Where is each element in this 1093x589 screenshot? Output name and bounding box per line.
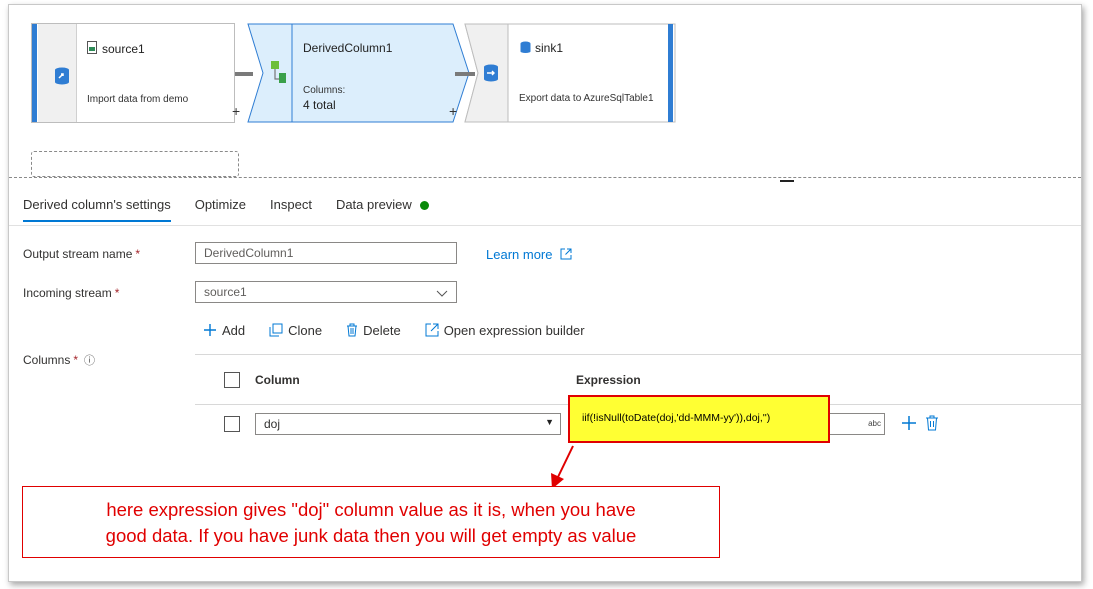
label-text: Incoming stream xyxy=(23,286,112,300)
resize-handle[interactable] xyxy=(780,180,794,182)
column-select[interactable]: doj ▼ xyxy=(255,413,561,435)
screenshot-frame: source1 Import data from demo + DerivedC… xyxy=(8,4,1082,582)
select-all-checkbox[interactable] xyxy=(224,372,240,388)
derived-column-icon xyxy=(271,61,286,83)
node-columns-label: Columns: xyxy=(303,85,346,96)
tab-label: Inspect xyxy=(270,197,312,212)
tab-divider xyxy=(9,225,1081,226)
callout-line: here expression gives "doj" column value… xyxy=(106,499,636,520)
callout-line: good data. If you have junk data then yo… xyxy=(105,525,637,546)
node-subtitle: Export data to AzureSqlTable1 xyxy=(519,93,654,104)
node-title: sink1 xyxy=(535,41,564,55)
node-title: DerivedColumn1 xyxy=(303,41,393,55)
add-transform-plus-icon[interactable]: + xyxy=(232,103,240,119)
columns-label: Columns * ⓘ xyxy=(23,352,95,368)
tab-label: Derived column's settings xyxy=(23,197,171,212)
incoming-stream-label: Incoming stream * xyxy=(23,286,119,300)
delete-button[interactable]: Delete xyxy=(346,323,401,338)
button-label: Open expression builder xyxy=(443,323,585,338)
tab-derived-column-settings[interactable]: Derived column's settings xyxy=(23,195,183,222)
node-title: source1 xyxy=(102,42,145,56)
columns-toolbar: Add Clone Delete Open expression builder xyxy=(203,323,585,338)
trash-icon xyxy=(347,323,358,337)
node-accent-bar xyxy=(32,24,37,122)
link-text: Learn more xyxy=(486,247,553,262)
plus-icon xyxy=(204,324,216,336)
add-button[interactable]: Add xyxy=(203,323,245,338)
column-header: Column xyxy=(255,373,300,387)
required-mark: * xyxy=(73,353,79,367)
node-subtitle: Import data from demo xyxy=(87,94,189,105)
required-mark: * xyxy=(114,286,120,300)
add-row-plus-icon[interactable] xyxy=(901,415,917,431)
learn-more-link[interactable]: Learn more xyxy=(486,247,572,262)
expression-text: iif(!isNull(toDate(doj,'dd-MMM-yy')),doj… xyxy=(582,412,771,424)
external-link-icon xyxy=(560,248,572,260)
output-stream-input[interactable]: DerivedColumn1 xyxy=(195,242,457,264)
clone-icon xyxy=(269,323,283,337)
pane-divider xyxy=(9,177,1081,178)
open-external-icon xyxy=(425,323,439,337)
required-mark: * xyxy=(135,247,141,261)
source-database-icon xyxy=(55,67,69,85)
chevron-down-icon xyxy=(436,290,448,297)
node-columns-count: 4 total xyxy=(303,98,336,112)
add-transform-plus-icon[interactable]: + xyxy=(449,103,457,119)
status-dot-icon xyxy=(419,201,429,211)
label-text: Columns xyxy=(23,353,71,367)
settings-tabs: Derived column's settings Optimize Inspe… xyxy=(23,195,453,222)
expression-header: Expression xyxy=(576,373,641,387)
node-sink1[interactable]: sink1 Export data to AzureSqlTable1 xyxy=(464,23,676,123)
expression-highlight: iif(!isNull(toDate(doj,'dd-MMM-yy')),doj… xyxy=(568,395,830,443)
button-label: Add xyxy=(222,323,246,338)
dataflow-canvas: source1 Import data from demo + DerivedC… xyxy=(9,5,1081,177)
output-stream-label: Output stream name * xyxy=(23,247,140,261)
button-label: Delete xyxy=(363,323,401,338)
caret-down-icon: ▼ xyxy=(545,417,554,427)
label-text: Output stream name xyxy=(23,247,133,261)
csv-file-icon xyxy=(87,41,97,54)
row-checkbox[interactable] xyxy=(224,416,240,432)
tab-optimize[interactable]: Optimize xyxy=(195,195,258,222)
sql-database-icon xyxy=(520,41,531,53)
tab-label: Optimize xyxy=(194,197,247,212)
tab-label: Data preview xyxy=(335,197,412,212)
type-badge: abc xyxy=(868,419,881,428)
clone-button[interactable]: Clone xyxy=(269,323,322,338)
info-icon[interactable]: ⓘ xyxy=(84,355,95,367)
delete-row-trash-icon[interactable] xyxy=(925,415,939,431)
node-icon-panel xyxy=(38,24,77,122)
dropdown-value: source1 xyxy=(204,285,247,299)
open-expression-builder-button[interactable]: Open expression builder xyxy=(425,323,585,338)
select-value: doj xyxy=(264,417,281,431)
node-source1[interactable]: source1 Import data from demo xyxy=(31,23,235,123)
grid-top-rule xyxy=(195,354,1081,355)
tab-inspect[interactable]: Inspect xyxy=(270,195,324,222)
tab-data-preview[interactable]: Data preview xyxy=(336,195,441,222)
node-derivedcolumn1[interactable]: DerivedColumn1 Columns: 4 total xyxy=(247,23,471,123)
sink-database-icon xyxy=(484,64,498,82)
button-label: Clone xyxy=(288,323,323,338)
add-source-placeholder[interactable] xyxy=(31,151,239,177)
incoming-stream-dropdown[interactable]: source1 xyxy=(195,281,457,303)
annotation-callout: here expression gives "doj" column value… xyxy=(22,486,720,558)
